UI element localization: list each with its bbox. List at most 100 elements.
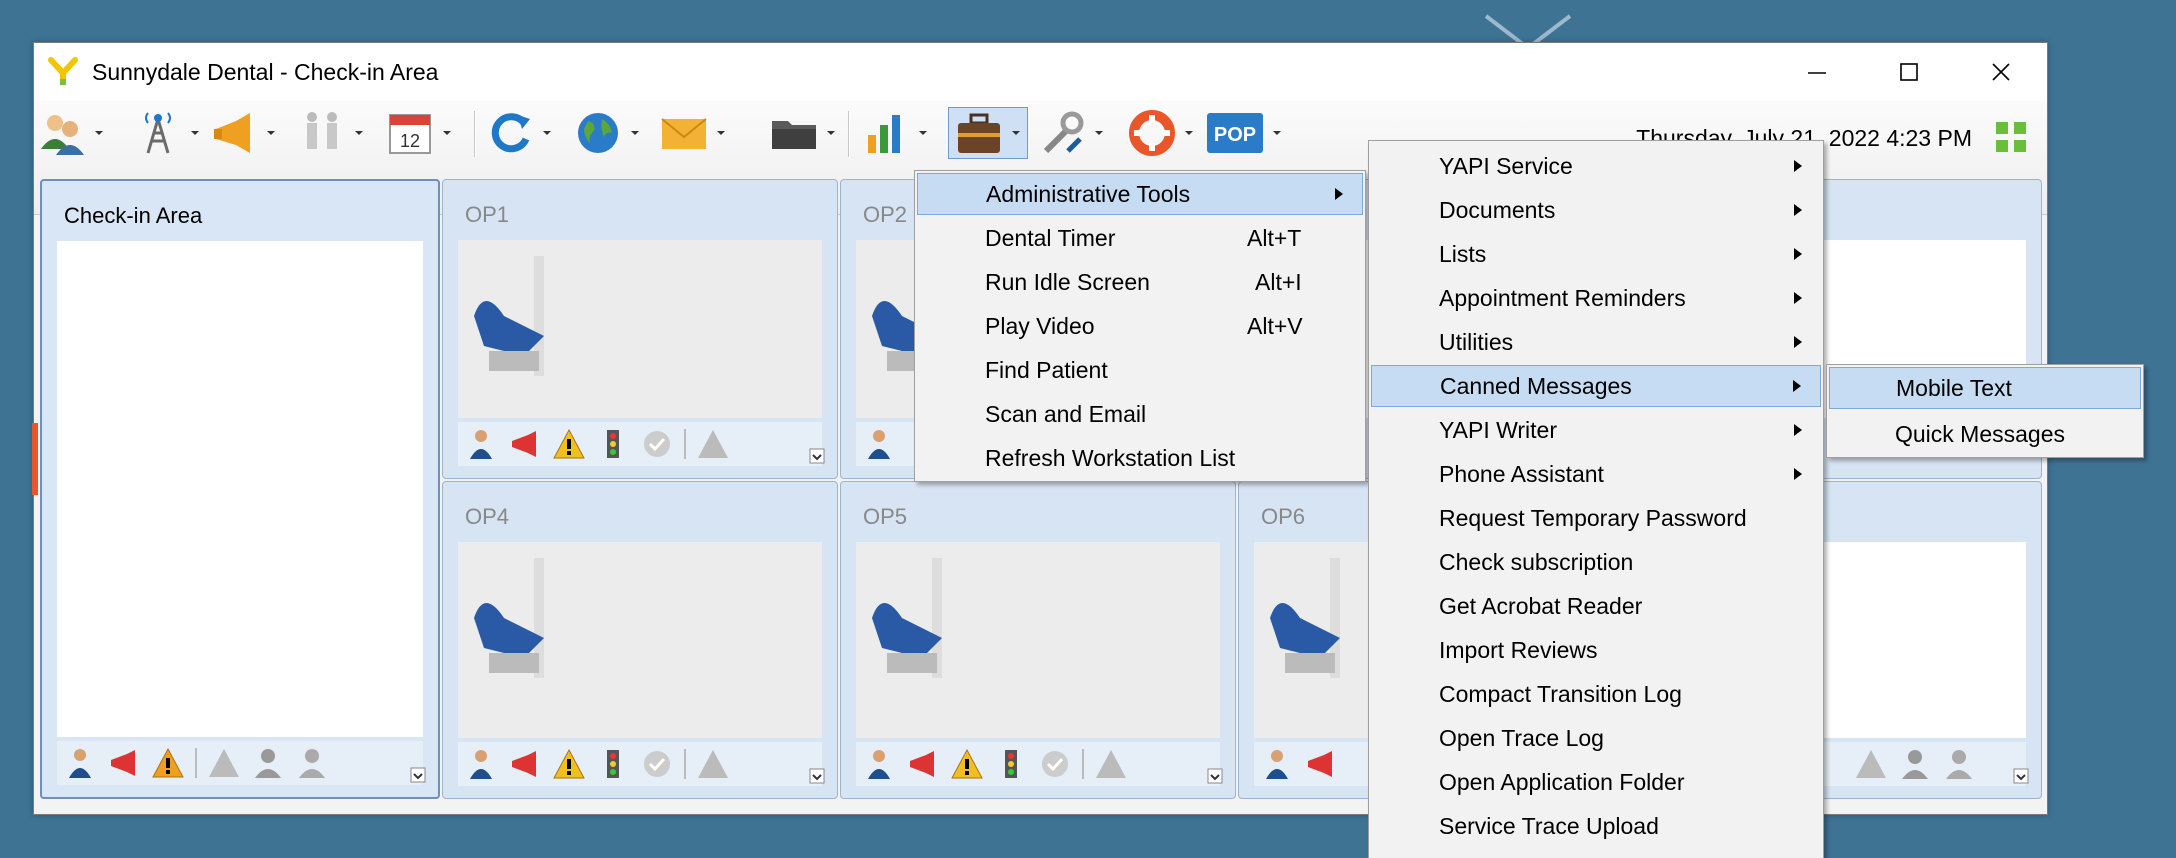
op1-panel[interactable]: OP1 — [442, 179, 838, 479]
refresh-button[interactable] — [486, 107, 552, 159]
expand-icon[interactable] — [809, 768, 825, 784]
menu-item-yapi-service[interactable]: YAPI Service — [1371, 145, 1821, 187]
title-bar[interactable]: Sunnydale Dental - Check-in Area — [34, 43, 2047, 101]
dropdown-arrow-icon[interactable] — [266, 128, 276, 138]
person-icon[interactable] — [862, 427, 896, 461]
menu-item-scan-and-email[interactable]: Scan and Email — [917, 393, 1363, 435]
dropdown-arrow-icon[interactable] — [630, 128, 640, 138]
menu-item-utilities[interactable]: Utilities — [1371, 321, 1821, 363]
calendar-button[interactable]: 12 — [386, 107, 452, 159]
check-circle-icon[interactable] — [640, 427, 674, 461]
tools-menu-button[interactable] — [948, 107, 1028, 159]
menu-item-lists[interactable]: Lists — [1371, 233, 1821, 275]
traffic-light-icon[interactable] — [994, 747, 1028, 781]
expand-icon[interactable] — [1207, 768, 1223, 784]
settings-tools-button[interactable] — [1038, 107, 1104, 159]
person-gray-icon[interactable] — [251, 746, 285, 780]
dropdown-arrow-icon[interactable] — [354, 128, 364, 138]
reports-button[interactable] — [862, 107, 928, 159]
dropdown-arrow-icon[interactable] — [542, 128, 552, 138]
pop-button[interactable]: POP — [1206, 107, 1282, 159]
menu-item-dental-timer[interactable]: Dental Timer Alt+T — [917, 217, 1363, 259]
warning-gray-icon[interactable] — [1854, 747, 1888, 781]
menu-item-yapi-writer[interactable]: YAPI Writer — [1371, 409, 1821, 451]
menu-item-open-trace-log[interactable]: Open Trace Log — [1371, 717, 1821, 759]
expand-icon[interactable] — [809, 448, 825, 464]
megaphone-icon[interactable] — [1304, 747, 1338, 781]
op5-panel[interactable]: OP5 — [840, 481, 1236, 799]
staff-button[interactable] — [298, 107, 364, 159]
dropdown-arrow-icon[interactable] — [826, 128, 836, 138]
warning-icon[interactable] — [552, 427, 586, 461]
megaphone-icon[interactable] — [508, 747, 542, 781]
person-gray-icon[interactable] — [1898, 747, 1932, 781]
menu-item-request-temporary-password[interactable]: Request Temporary Password — [1371, 497, 1821, 539]
op4-panel[interactable]: OP4 — [442, 481, 838, 799]
folder-button[interactable] — [770, 107, 836, 159]
menu-item-administrative-tools[interactable]: Administrative Tools — [917, 173, 1363, 215]
menu-item-documents[interactable]: Documents — [1371, 189, 1821, 231]
menu-item-quick-messages[interactable]: Quick Messages — [1829, 413, 2141, 455]
web-button[interactable] — [574, 107, 640, 159]
broadcast-tower-button[interactable] — [134, 107, 200, 159]
menu-item-appointment-reminders[interactable]: Appointment Reminders — [1371, 277, 1821, 319]
op-room-area[interactable] — [458, 240, 822, 418]
menu-item-check-subscription[interactable]: Check subscription — [1371, 541, 1821, 583]
megaphone-icon[interactable] — [906, 747, 940, 781]
check-circle-icon[interactable] — [640, 747, 674, 781]
close-button[interactable] — [1955, 43, 2047, 101]
menu-item-open-application-folder[interactable]: Open Application Folder — [1371, 761, 1821, 803]
warning-gray-icon[interactable] — [696, 427, 730, 461]
menu-item-canned-messages[interactable]: Canned Messages — [1371, 365, 1821, 407]
dropdown-arrow-icon[interactable] — [94, 128, 104, 138]
megaphone-icon[interactable] — [107, 746, 141, 780]
menu-item-find-patient[interactable]: Find Patient — [917, 349, 1363, 391]
menu-item-play-video[interactable]: Play Video Alt+V — [917, 305, 1363, 347]
announce-button[interactable] — [210, 107, 276, 159]
menu-item-compact-transition-log[interactable]: Compact Transition Log — [1371, 673, 1821, 715]
check-circle-icon[interactable] — [1038, 747, 1072, 781]
person-icon[interactable] — [1260, 747, 1294, 781]
op-room-area[interactable] — [856, 542, 1220, 738]
expand-icon[interactable] — [410, 767, 426, 783]
minimize-button[interactable] — [1771, 43, 1863, 101]
dropdown-arrow-icon[interactable] — [918, 128, 928, 138]
dropdown-arrow-icon[interactable] — [1184, 128, 1194, 138]
warning-gray-icon[interactable] — [696, 747, 730, 781]
menu-item-import-reviews[interactable]: Import Reviews — [1371, 629, 1821, 671]
warning-gray-icon[interactable] — [1094, 747, 1128, 781]
dropdown-arrow-icon[interactable] — [1272, 128, 1282, 138]
megaphone-icon[interactable] — [508, 427, 542, 461]
menu-item-refresh-workstation-list[interactable]: Refresh Workstation List — [917, 437, 1363, 479]
mail-button[interactable] — [660, 107, 726, 159]
warning-icon[interactable] — [552, 747, 586, 781]
menu-item-get-acrobat-reader[interactable]: Get Acrobat Reader — [1371, 585, 1821, 627]
warning-icon[interactable] — [950, 747, 984, 781]
dropdown-arrow-icon[interactable] — [190, 128, 200, 138]
traffic-light-icon[interactable] — [596, 427, 630, 461]
dropdown-arrow-icon[interactable] — [442, 128, 452, 138]
checkin-list[interactable] — [57, 241, 423, 737]
layout-grid-icon[interactable] — [1993, 119, 2029, 155]
person-icon[interactable] — [862, 747, 896, 781]
dropdown-arrow-icon[interactable] — [716, 128, 726, 138]
traffic-light-icon[interactable] — [596, 747, 630, 781]
checkin-panel[interactable]: Check-in Area — [40, 179, 440, 799]
expand-icon[interactable] — [2013, 768, 2029, 784]
menu-item-mobile-text[interactable]: Mobile Text — [1829, 367, 2141, 409]
dropdown-arrow-icon[interactable] — [1094, 128, 1104, 138]
person-icon[interactable] — [464, 427, 498, 461]
maximize-button[interactable] — [1863, 43, 1955, 101]
users-button[interactable] — [38, 107, 104, 159]
menu-item-service-trace-upload[interactable]: Service Trace Upload — [1371, 805, 1821, 847]
menu-item-phone-assistant[interactable]: Phone Assistant — [1371, 453, 1821, 495]
person-reload-icon[interactable] — [295, 746, 329, 780]
op-room-area[interactable] — [458, 542, 822, 738]
person-icon[interactable] — [464, 747, 498, 781]
warning-gray-icon[interactable] — [207, 746, 241, 780]
person-icon[interactable] — [63, 746, 97, 780]
dropdown-arrow-icon[interactable] — [1011, 128, 1021, 138]
warning-icon[interactable] — [151, 746, 185, 780]
menu-item-run-idle-screen[interactable]: Run Idle Screen Alt+I — [917, 261, 1363, 303]
person-reload-icon[interactable] — [1942, 747, 1976, 781]
